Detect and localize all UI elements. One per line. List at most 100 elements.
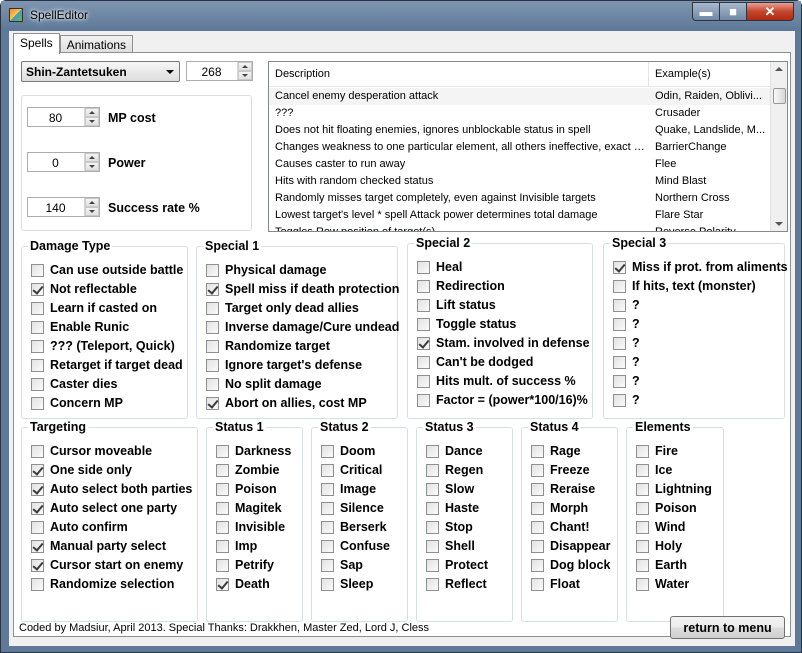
checkbox-box[interactable] <box>206 282 219 296</box>
checkbox-box[interactable] <box>417 355 430 369</box>
list-item[interactable]: Changes weakness to one particular eleme… <box>269 139 771 156</box>
list-item[interactable]: Toggles Row position of target(s) Reverse… <box>269 224 771 231</box>
special1-checkbox[interactable]: Target only dead allies <box>206 300 359 316</box>
checkbox-box[interactable] <box>31 301 44 315</box>
checkbox-box[interactable] <box>426 539 439 553</box>
special3-checkbox[interactable]: ? <box>613 354 640 370</box>
damage_type-checkbox[interactable]: Not reflectable <box>31 281 137 297</box>
maximize-button[interactable]: ■ <box>719 2 747 21</box>
checkbox-box[interactable] <box>531 577 544 591</box>
special2-checkbox[interactable]: Factor = (power*100/16)% <box>417 392 588 408</box>
checkbox-box[interactable] <box>216 463 229 477</box>
checkbox-box[interactable] <box>206 320 219 334</box>
checkbox-box[interactable] <box>206 263 219 277</box>
title-bar[interactable]: SpellEditor ▬ ■ ✕ <box>1 1 801 29</box>
checkbox-box[interactable] <box>31 501 44 515</box>
status3-checkbox[interactable]: Dance <box>426 443 483 459</box>
special1-checkbox[interactable]: Spell miss if death protection <box>206 281 399 297</box>
elements-checkbox[interactable]: Lightning <box>636 481 712 497</box>
spin-up-icon[interactable] <box>85 108 99 117</box>
elements-checkbox[interactable]: Earth <box>636 557 687 573</box>
list-item[interactable]: Lowest target's level * spell Attack pow… <box>269 207 771 224</box>
column-header-description[interactable]: Description <box>269 62 649 86</box>
scroll-down-icon[interactable] <box>775 222 783 226</box>
status4-checkbox[interactable]: Disappear <box>531 538 610 554</box>
targeting-checkbox[interactable]: Cursor start on enemy <box>31 557 183 573</box>
status2-checkbox[interactable]: Confuse <box>321 538 390 554</box>
scroll-thumb[interactable] <box>773 88 786 104</box>
checkbox-box[interactable] <box>531 463 544 477</box>
checkbox-box[interactable] <box>206 301 219 315</box>
checkbox-box[interactable] <box>31 263 44 277</box>
checkbox-box[interactable] <box>216 482 229 496</box>
checkbox-box[interactable] <box>321 577 334 591</box>
targeting-checkbox[interactable]: Manual party select <box>31 538 166 554</box>
status1-checkbox[interactable]: Zombie <box>216 462 279 478</box>
targeting-checkbox[interactable]: Randomize selection <box>31 576 174 592</box>
status4-checkbox[interactable]: Chant! <box>531 519 590 535</box>
status2-checkbox[interactable]: Sap <box>321 557 363 573</box>
list-item[interactable]: Hits with random checked status Mind Blas… <box>269 173 771 190</box>
checkbox-box[interactable] <box>636 520 649 534</box>
spin-up-icon[interactable] <box>238 62 252 71</box>
checkbox-box[interactable] <box>321 463 334 477</box>
status4-checkbox[interactable]: Reraise <box>531 481 595 497</box>
special2-checkbox[interactable]: Stam. involved in defense <box>417 335 590 351</box>
checkbox-box[interactable] <box>321 558 334 572</box>
checkbox-box[interactable] <box>206 396 219 410</box>
special2-checkbox[interactable]: Heal <box>417 259 462 275</box>
scroll-up-icon[interactable] <box>775 67 783 71</box>
checkbox-box[interactable] <box>216 520 229 534</box>
checkbox-box[interactable] <box>426 577 439 591</box>
special2-checkbox[interactable]: Lift status <box>417 297 496 313</box>
damage_type-checkbox[interactable]: Can use outside battle <box>31 262 183 278</box>
damage_type-checkbox[interactable]: Caster dies <box>31 376 117 392</box>
checkbox-box[interactable] <box>321 482 334 496</box>
checkbox-box[interactable] <box>216 577 229 591</box>
status3-checkbox[interactable]: Haste <box>426 500 479 516</box>
spell-select[interactable]: Shin-Zantetsuken <box>21 61 180 82</box>
elements-checkbox[interactable]: Wind <box>636 519 685 535</box>
spin-down-icon[interactable] <box>85 162 99 171</box>
checkbox-box[interactable] <box>321 501 334 515</box>
status1-checkbox[interactable]: Magitek <box>216 500 282 516</box>
checkbox-box[interactable] <box>613 374 626 388</box>
status2-checkbox[interactable]: Image <box>321 481 376 497</box>
targeting-checkbox[interactable]: Cursor moveable <box>31 443 152 459</box>
damage_type-checkbox[interactable]: Retarget if target dead <box>31 357 183 373</box>
spin-down-icon[interactable] <box>85 207 99 216</box>
special1-checkbox[interactable]: Inverse damage/Cure undead <box>206 319 399 335</box>
spin-down-icon[interactable] <box>238 71 252 80</box>
status4-checkbox[interactable]: Dog block <box>531 557 610 573</box>
checkbox-box[interactable] <box>321 520 334 534</box>
damage_type-checkbox[interactable]: ??? (Teleport, Quick) <box>31 338 175 354</box>
checkbox-box[interactable] <box>426 444 439 458</box>
checkbox-box[interactable] <box>426 501 439 515</box>
status3-checkbox[interactable]: Protect <box>426 557 488 573</box>
elements-checkbox[interactable]: Fire <box>636 443 678 459</box>
checkbox-box[interactable] <box>426 482 439 496</box>
tab-spells[interactable]: Spells <box>13 33 60 54</box>
list-item[interactable]: Randomly misses target completely, even … <box>269 190 771 207</box>
checkbox-box[interactable] <box>417 374 430 388</box>
checkbox-box[interactable] <box>31 463 44 477</box>
status1-checkbox[interactable]: Imp <box>216 538 257 554</box>
status1-checkbox[interactable]: Poison <box>216 481 277 497</box>
checkbox-box[interactable] <box>531 520 544 534</box>
checkbox-box[interactable] <box>31 377 44 391</box>
checkbox-box[interactable] <box>613 355 626 369</box>
status2-checkbox[interactable]: Berserk <box>321 519 387 535</box>
effects-list-scrollbar[interactable] <box>770 62 787 231</box>
column-header-examples[interactable]: Example(s) <box>649 62 771 86</box>
checkbox-box[interactable] <box>531 444 544 458</box>
checkbox-box[interactable] <box>613 298 626 312</box>
special2-checkbox[interactable]: Redirection <box>417 278 505 294</box>
special3-checkbox[interactable]: ? <box>613 316 640 332</box>
list-item[interactable]: ??? Crusader <box>269 105 771 122</box>
special3-checkbox[interactable]: ? <box>613 373 640 389</box>
checkbox-box[interactable] <box>531 539 544 553</box>
special3-checkbox[interactable]: ? <box>613 392 640 408</box>
checkbox-box[interactable] <box>531 501 544 515</box>
checkbox-box[interactable] <box>426 558 439 572</box>
checkbox-box[interactable] <box>426 520 439 534</box>
